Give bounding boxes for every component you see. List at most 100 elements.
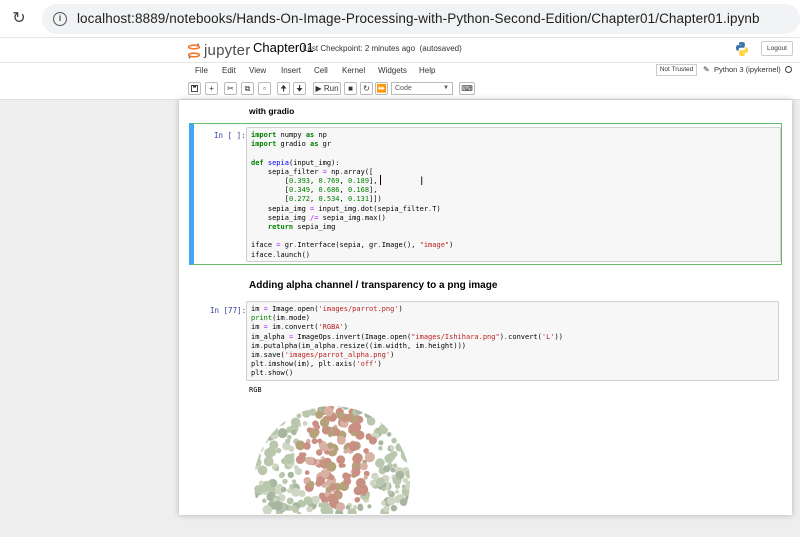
input-prompt: In [ ]: bbox=[214, 131, 246, 140]
interrupt-button[interactable]: ■ bbox=[344, 82, 357, 95]
menu-insert[interactable]: Insert bbox=[281, 66, 301, 75]
menu-kernel[interactable]: Kernel bbox=[342, 66, 365, 75]
image-dot bbox=[405, 436, 410, 441]
image-dot bbox=[254, 427, 257, 432]
menu-file[interactable]: File bbox=[195, 66, 208, 75]
image-dot bbox=[309, 429, 319, 439]
image-dot bbox=[286, 497, 294, 505]
image-dot bbox=[367, 504, 372, 509]
image-dot bbox=[357, 505, 364, 511]
image-dot bbox=[304, 470, 310, 475]
stop-icon: ■ bbox=[348, 84, 353, 93]
site-info-icon[interactable]: i bbox=[52, 11, 67, 26]
image-dot bbox=[262, 421, 273, 431]
code-block-alpha[interactable]: im = Image.open('images/parrot.png') pri… bbox=[247, 302, 778, 382]
image-dot bbox=[258, 480, 264, 486]
image-dot bbox=[355, 402, 362, 406]
arrow-up-icon: 🠉 bbox=[280, 84, 287, 93]
image-dot bbox=[405, 509, 410, 514]
run-button[interactable]: ▶ Run bbox=[313, 82, 341, 95]
move-up-button[interactable]: 🠉 bbox=[277, 82, 290, 95]
image-dot bbox=[254, 421, 256, 426]
menu-widgets[interactable]: Widgets bbox=[378, 66, 407, 75]
image-dot bbox=[389, 445, 395, 451]
image-dot bbox=[355, 406, 364, 415]
restart-icon: ↻ bbox=[363, 84, 370, 93]
image-dot bbox=[311, 495, 320, 505]
image-dot bbox=[291, 429, 297, 436]
image-dot bbox=[395, 470, 405, 480]
menu-help[interactable]: Help bbox=[419, 66, 435, 75]
image-dot bbox=[315, 412, 322, 419]
menu-edit[interactable]: Edit bbox=[222, 66, 236, 75]
image-dot bbox=[311, 438, 318, 445]
image-dot bbox=[407, 503, 410, 511]
image-dot bbox=[290, 417, 301, 427]
jupyter-logo-text: jupyter bbox=[204, 42, 251, 59]
image-dot bbox=[406, 451, 410, 456]
image-dot bbox=[363, 448, 369, 454]
markdown-cell-alpha-heading[interactable]: Adding alpha channel / transparency to a… bbox=[249, 280, 497, 291]
command-palette-button[interactable]: ⌨ bbox=[459, 82, 475, 95]
image-dot bbox=[319, 417, 330, 428]
image-dot bbox=[323, 406, 334, 417]
copy-button[interactable]: ⧉ bbox=[241, 82, 254, 95]
save-button[interactable] bbox=[188, 82, 201, 95]
image-dot bbox=[328, 474, 335, 481]
insert-cell-button[interactable]: + bbox=[205, 82, 218, 95]
code-block-sepia[interactable]: import numpy as np import gradio as gr d… bbox=[247, 128, 780, 263]
image-dot bbox=[269, 426, 279, 436]
image-dot bbox=[366, 417, 376, 426]
image-dot bbox=[254, 435, 259, 445]
image-dot bbox=[291, 487, 301, 497]
image-dot bbox=[351, 467, 361, 477]
image-dot bbox=[383, 505, 390, 513]
restart-run-all-button[interactable]: ⏩ bbox=[375, 82, 388, 95]
image-dot bbox=[325, 480, 331, 487]
image-dot bbox=[274, 406, 284, 407]
image-dot bbox=[368, 436, 377, 445]
image-dot bbox=[298, 406, 307, 413]
move-down-button[interactable]: 🠋 bbox=[293, 82, 306, 95]
image-dot bbox=[276, 406, 282, 409]
image-dot bbox=[369, 479, 377, 487]
code-editor[interactable]: import numpy as np import gradio as gr d… bbox=[246, 127, 781, 262]
image-dot bbox=[300, 502, 306, 508]
scissors-icon: ✂ bbox=[227, 84, 234, 93]
not-trusted-button[interactable]: Not Trusted bbox=[656, 64, 697, 76]
python-logo-icon bbox=[736, 42, 748, 56]
image-dot bbox=[306, 506, 313, 513]
image-dot bbox=[294, 467, 303, 476]
image-dot bbox=[348, 441, 359, 452]
markdown-cell-gradio[interactable]: with gradio bbox=[249, 106, 294, 116]
image-dot bbox=[261, 411, 267, 417]
paste-button[interactable]: ▫ bbox=[258, 82, 271, 95]
cell-type-select[interactable]: Code ▼ bbox=[391, 82, 453, 95]
reload-icon[interactable]: ↻ bbox=[10, 10, 28, 28]
image-dot bbox=[254, 436, 260, 445]
image-dot bbox=[260, 424, 266, 430]
image-dot bbox=[292, 406, 302, 412]
image-dot bbox=[403, 406, 410, 416]
menu-view[interactable]: View bbox=[249, 66, 266, 75]
image-dot bbox=[378, 445, 383, 451]
image-dot bbox=[259, 439, 265, 445]
menu-cell[interactable]: Cell bbox=[314, 66, 328, 75]
image-dot bbox=[371, 472, 379, 480]
image-dot bbox=[302, 421, 308, 426]
image-dot bbox=[254, 453, 256, 461]
checkpoint-status: Last Checkpoint: 2 minutes ago (autosave… bbox=[303, 44, 462, 53]
cut-button[interactable]: ✂ bbox=[224, 82, 237, 95]
image-dot bbox=[272, 417, 279, 424]
image-dot bbox=[405, 419, 410, 425]
edit-pencil-icon[interactable]: ✎ bbox=[703, 65, 710, 74]
code-editor-2[interactable]: im = Image.open('images/parrot.png') pri… bbox=[246, 301, 779, 381]
logout-button[interactable]: Logout bbox=[761, 41, 793, 56]
keyboard-icon: ⌨ bbox=[461, 84, 473, 93]
kernel-name[interactable]: Python 3 (ipykernel) bbox=[714, 65, 781, 74]
url-field[interactable]: i localhost:8889/notebooks/Hands-On-Imag… bbox=[41, 3, 800, 34]
jupyter-logo[interactable]: jupyter bbox=[188, 42, 250, 59]
url-text[interactable]: localhost:8889/notebooks/Hands-On-Image-… bbox=[77, 11, 760, 26]
restart-button[interactable]: ↻ bbox=[360, 82, 373, 95]
image-dot bbox=[390, 467, 396, 473]
